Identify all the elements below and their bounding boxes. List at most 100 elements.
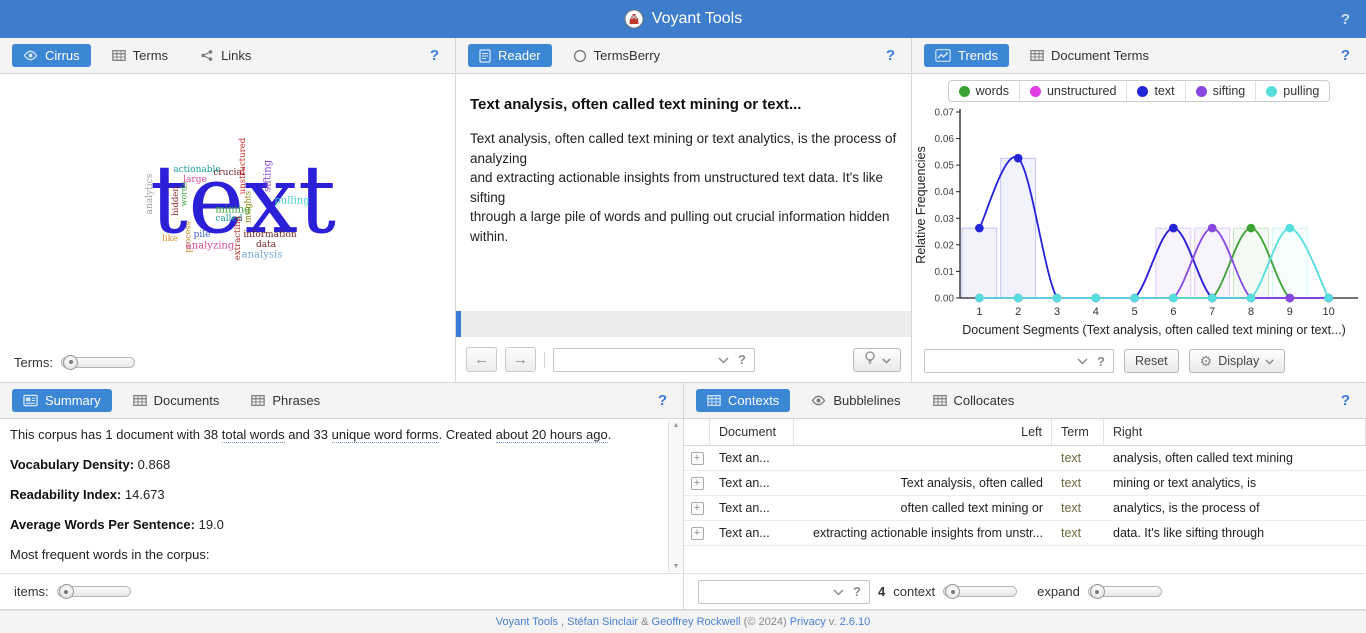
items-slider-thumb[interactable] (59, 584, 74, 599)
tab-label: Bubblelines (833, 393, 900, 408)
tab-links[interactable]: Links (189, 44, 262, 67)
help-icon[interactable]: ? (426, 47, 443, 64)
expand-row-icon[interactable]: + (691, 502, 704, 515)
summary-term-link[interactable]: total words (222, 427, 285, 443)
cloud-word[interactable]: unstructured (238, 138, 248, 194)
terms-slider-thumb[interactable] (63, 355, 78, 370)
grid-icon (933, 394, 947, 407)
cloud-word[interactable]: hidden (171, 186, 181, 216)
summary-text: and 33 (285, 427, 332, 442)
expand-row-icon[interactable]: + (691, 477, 704, 490)
cloud-word[interactable]: information (243, 230, 296, 240)
tab-label: Phrases (272, 393, 320, 408)
footer-link[interactable]: Stéfan Sinclair (567, 616, 638, 628)
summary-term-link[interactable]: about 20 hours ago (496, 427, 608, 443)
expand-slider[interactable] (1088, 586, 1162, 597)
table-row[interactable]: +Text an...extracting actionable insight… (684, 521, 1366, 546)
help-icon[interactable]: ? (1337, 47, 1354, 64)
footer-link[interactable]: Geoffrey Rockwell (652, 616, 741, 628)
tab-summary[interactable]: Summary (12, 389, 112, 412)
table-row[interactable]: +Text an...Text analysis, often calledte… (684, 471, 1366, 496)
cirrus-toolbar: Terms: (0, 342, 455, 382)
help-icon[interactable]: ? (1341, 11, 1350, 28)
expand-slider-thumb[interactable] (1090, 584, 1105, 599)
tab-trends[interactable]: Trends (924, 44, 1009, 67)
prev-document-button[interactable]: ← (466, 347, 497, 372)
header-term[interactable]: Term (1052, 419, 1104, 445)
expand-row-icon[interactable]: + (691, 452, 704, 465)
chevron-down-icon[interactable] (833, 583, 844, 601)
summary-body: This corpus has 1 document with 38 total… (0, 419, 683, 573)
highlight-options-button[interactable] (853, 348, 901, 372)
reader-toolbar: ← → ? (456, 337, 911, 382)
next-document-button[interactable]: → (505, 347, 536, 372)
search-help-icon[interactable]: ? (738, 352, 746, 367)
footer-link[interactable]: 2.6.10 (840, 616, 871, 628)
expand-row-icon[interactable]: + (691, 527, 704, 540)
header-left[interactable]: Left (794, 419, 1052, 445)
tab-termsberry[interactable]: TermsBerry (562, 44, 671, 67)
tab-reader[interactable]: Reader (468, 44, 552, 67)
help-icon[interactable]: ? (654, 392, 671, 409)
reset-button[interactable]: Reset (1124, 349, 1179, 373)
legend-item-words[interactable]: words (949, 81, 1019, 101)
trends-chart[interactable]: 0.000.010.020.030.040.050.060.0712345678… (914, 104, 1362, 345)
reader-body[interactable]: Text analysis, often called text mining … (456, 74, 911, 311)
summary-term-link[interactable]: unique word forms (332, 427, 439, 443)
terms-slider[interactable] (61, 357, 135, 368)
chevron-down-icon[interactable] (718, 351, 729, 369)
cloud-word[interactable]: data (256, 240, 276, 250)
legend-item-unstructured[interactable]: unstructured (1019, 81, 1126, 101)
eye-icon (811, 394, 826, 407)
scrollbar-vertical[interactable]: ▲ ▼ (668, 420, 683, 572)
display-button[interactable]: ⚙ Display (1189, 349, 1286, 373)
cirrus-panel: Cirrus Terms Links? textanalyticsactionabl… (0, 38, 456, 383)
header-right[interactable]: Right (1104, 419, 1366, 445)
scroll-up-icon[interactable]: ▲ (673, 422, 680, 429)
cloud-word[interactable]: insights (244, 191, 253, 223)
search-help-icon[interactable]: ? (1097, 354, 1105, 369)
chevron-down-icon (1265, 354, 1274, 368)
tab-terms[interactable]: Terms (101, 44, 179, 67)
footer-link[interactable]: Privacy (790, 616, 826, 628)
legend-item-text[interactable]: text (1126, 81, 1184, 101)
document-text: Text analysis, often called text mining … (470, 129, 897, 246)
context-slider-thumb[interactable] (945, 584, 960, 599)
context-slider[interactable] (943, 586, 1017, 597)
table-row[interactable]: +Text an...often called text mining orte… (684, 496, 1366, 521)
search-help-icon[interactable]: ? (853, 584, 861, 599)
tab-bubblelines[interactable]: Bubblelines (800, 389, 911, 412)
tab-contexts[interactable]: Contexts (696, 389, 790, 412)
reader-position-marker[interactable] (456, 311, 461, 337)
trends-search-combo[interactable]: ? (924, 349, 1114, 373)
header-document[interactable]: Document (710, 419, 794, 445)
tab-phrases[interactable]: Phrases (240, 389, 331, 412)
cloud-word[interactable]: pulling (274, 196, 309, 207)
stat-value: 19.0 (199, 517, 224, 532)
help-icon[interactable]: ? (1337, 392, 1354, 409)
reader-search-combo[interactable]: ? (553, 348, 755, 372)
legend-item-sifting[interactable]: sifting (1185, 81, 1256, 101)
cloud-word[interactable]: analyzing (186, 241, 235, 252)
footer-link[interactable]: Voyant Tools (496, 616, 558, 628)
word-cloud[interactable]: textanalyticsactionablelargecrucialunstr… (0, 74, 456, 343)
reader-position-bar[interactable] (456, 311, 911, 337)
help-icon[interactable]: ? (882, 47, 899, 64)
cloud-word[interactable]: pile (194, 230, 211, 240)
cloud-word[interactable]: like (162, 234, 178, 244)
chevron-down-icon[interactable] (1077, 352, 1088, 370)
cloud-word[interactable]: analysis (242, 250, 283, 261)
table-row[interactable]: +Text an...textanalysis, often called te… (684, 446, 1366, 471)
cloud-word[interactable]: sifting (263, 160, 274, 192)
tab-document-terms[interactable]: Document Terms (1019, 44, 1160, 67)
tab-collocates[interactable]: Collocates (922, 389, 1026, 412)
cloud-word[interactable]: analytics (145, 174, 155, 215)
contexts-search-combo[interactable]: ? (698, 580, 870, 604)
tab-cirrus[interactable]: Cirrus (12, 44, 91, 67)
tab-documents[interactable]: Documents (122, 389, 231, 412)
scroll-down-icon[interactable]: ▼ (673, 563, 680, 570)
legend-item-pulling[interactable]: pulling (1255, 81, 1329, 101)
cirrus-tabbar: Cirrus Terms Links? (0, 38, 455, 74)
trends-toolbar: ? Reset ⚙ Display (912, 340, 1366, 382)
items-slider[interactable] (57, 586, 131, 597)
